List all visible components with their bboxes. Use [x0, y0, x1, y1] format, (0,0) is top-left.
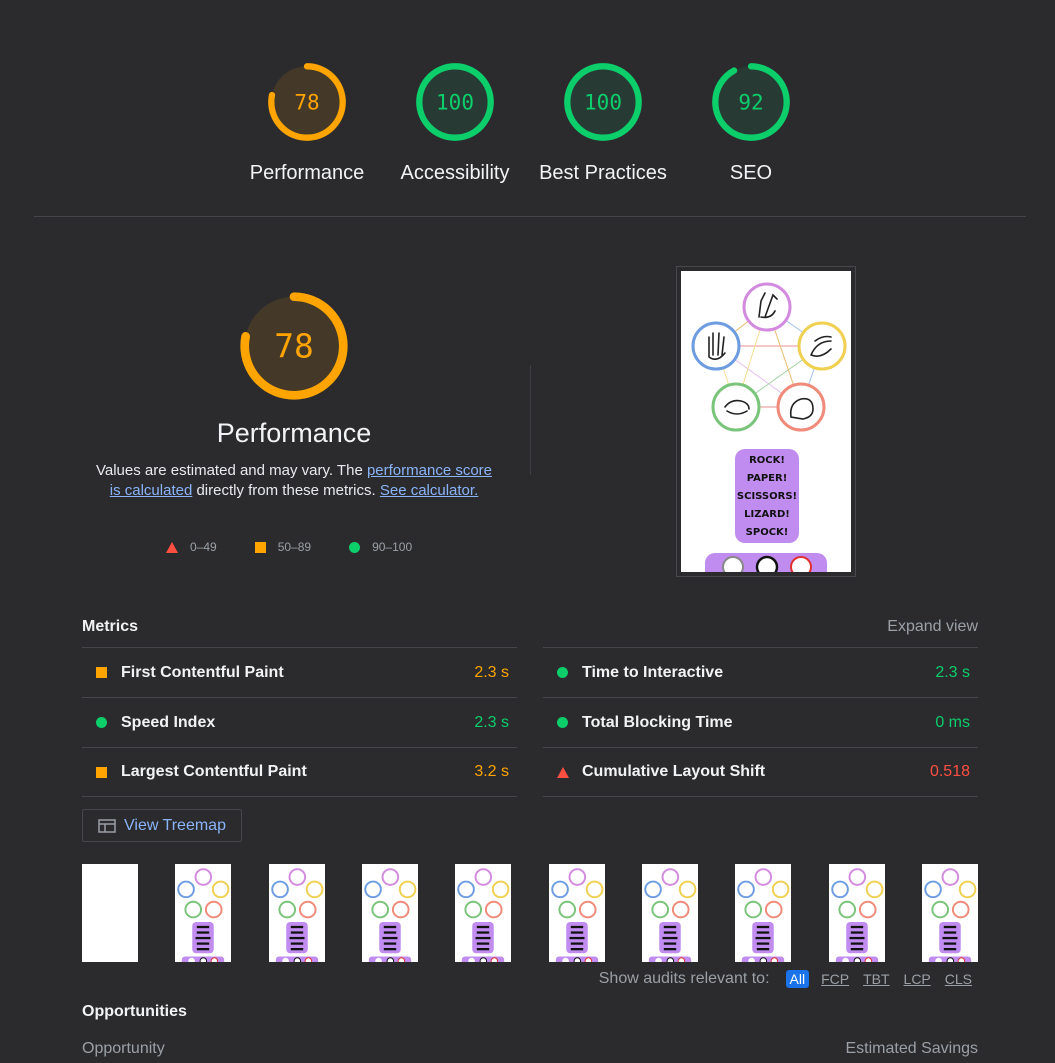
- gauge-score: 78: [274, 327, 314, 366]
- metric-value: 0.518: [929, 763, 970, 780]
- performance-title: Performance: [216, 418, 372, 448]
- gauge-label: SEO: [729, 162, 773, 184]
- treemap-label: View Treemap: [124, 816, 226, 834]
- rpsls-app-preview: ROCK! PAPER! SCISSORS! LIZARD! SPOCK!: [691, 282, 847, 572]
- filmstrip-frame: [548, 864, 605, 962]
- metric-value: 2.3 s: [474, 663, 509, 681]
- gauge-accessibility[interactable]: 100 Accessibility: [381, 60, 529, 185]
- gauge-performance[interactable]: 78 Performance: [233, 60, 381, 185]
- metric-speed-index: Speed Index 2.3 s: [82, 697, 517, 747]
- square-icon: [96, 766, 107, 778]
- metric-name: Time to Interactive: [582, 663, 724, 681]
- svg-text:SCISSORS!: SCISSORS!: [737, 491, 797, 502]
- metric-name: Largest Contentful Paint: [121, 763, 307, 780]
- gauge-score: 78: [294, 91, 319, 115]
- metric-name: First Contentful Paint: [121, 663, 284, 681]
- see-calculator-link[interactable]: See calculator.: [380, 482, 478, 499]
- square-icon: [254, 541, 266, 553]
- filmstrip-frame: [361, 864, 418, 962]
- filmstrip: [82, 864, 978, 962]
- opportunity-column: Opportunity: [82, 1040, 165, 1057]
- circle-icon: [557, 717, 568, 728]
- final-screenshot[interactable]: ROCK! PAPER! SCISSORS! LIZARD! SPOCK!: [676, 266, 856, 577]
- filmstrip-frame: [82, 864, 138, 962]
- svg-text:ROCK!: ROCK!: [749, 455, 785, 466]
- desc-text: Values are estimated and may vary. The: [95, 462, 367, 479]
- gauge-ring: 100: [564, 63, 642, 141]
- legend-range: 90–100: [372, 540, 413, 554]
- circle-icon: [349, 541, 361, 553]
- legend-average: 50–89: [254, 540, 312, 554]
- filter-tbt[interactable]: TBT: [861, 971, 891, 987]
- filter-cls[interactable]: CLS: [943, 971, 974, 987]
- metrics-header: Metrics Expand view: [82, 618, 978, 636]
- desc-text: directly from these metrics.: [192, 482, 380, 499]
- gauge-best-practices[interactable]: 100 Best Practices: [529, 60, 677, 185]
- svg-text:LIZARD!: LIZARD!: [744, 509, 790, 520]
- filmstrip-frame: [828, 864, 885, 962]
- metric-value: 2.3 s: [474, 713, 509, 731]
- filter-fcp[interactable]: FCP: [819, 971, 851, 987]
- screenshot-image: ROCK! PAPER! SCISSORS! LIZARD! SPOCK!: [681, 271, 851, 572]
- gauge-score: 100: [584, 91, 622, 115]
- legend-pass: 90–100: [349, 540, 412, 554]
- metric-name: Speed Index: [121, 713, 216, 731]
- filmstrip-frame: [455, 864, 512, 962]
- legend-range: 0–49: [190, 540, 217, 554]
- opportunities-columns: Opportunity Estimated Savings: [82, 1040, 978, 1058]
- filmstrip-frame: [735, 864, 792, 962]
- filter-lcp[interactable]: LCP: [902, 971, 933, 987]
- metric-time-to-interactive: Time to Interactive 2.3 s: [543, 647, 978, 697]
- filmstrip-frame: [641, 864, 698, 962]
- gauge-score: 92: [738, 91, 763, 115]
- view-treemap-button[interactable]: View Treemap: [82, 809, 242, 842]
- metric-value: 2.3 s: [935, 663, 970, 681]
- metric-first-contentful-paint: First Contentful Paint 2.3 s: [82, 647, 517, 697]
- gauge-ring: 92: [712, 63, 790, 141]
- square-icon: [96, 667, 107, 678]
- metric-largest-contentful-paint: Largest Contentful Paint 3.2 s: [82, 747, 517, 797]
- metric-name: Total Blocking Time: [582, 713, 733, 731]
- metric-name: Cumulative Layout Shift: [582, 763, 766, 780]
- gauge-ring: 78: [268, 63, 346, 141]
- performance-description: Values are estimated and may vary. The p…: [94, 461, 494, 501]
- filter-label: Show audits relevant to:: [598, 970, 770, 987]
- triangle-icon: [166, 541, 178, 553]
- metric-cumulative-layout-shift: Cumulative Layout Shift 0.518: [543, 747, 978, 797]
- gauge-label: Performance: [249, 162, 365, 184]
- legend-range: 50–89: [277, 540, 312, 554]
- filmstrip-frame: [175, 864, 232, 962]
- legend-fail: 0–49: [166, 540, 217, 554]
- header-divider: [34, 216, 1026, 217]
- audit-filter: Show audits relevant to: All FCP TBT LCP…: [599, 970, 974, 988]
- metric-value: 0 ms: [935, 713, 970, 731]
- circle-icon: [557, 667, 568, 678]
- opportunities-title: Opportunities: [82, 1003, 187, 1020]
- svg-text:PAPER!: PAPER!: [747, 473, 788, 484]
- metric-total-blocking-time: Total Blocking Time 0 ms: [543, 697, 978, 747]
- treemap-icon: [98, 818, 116, 833]
- gauge-score: 100: [436, 91, 474, 115]
- category-gauges: 78 Performance 100 Accessibility 100 Bes…: [233, 60, 825, 185]
- performance-gauge-large: 78: [240, 292, 348, 400]
- filmstrip-frame: [921, 864, 978, 962]
- gauge-label: Best Practices: [539, 162, 667, 184]
- filter-all[interactable]: All: [785, 970, 810, 988]
- gauge-label: Accessibility: [400, 162, 510, 184]
- triangle-icon: [556, 766, 569, 778]
- expand-view-toggle[interactable]: Expand view: [887, 618, 978, 636]
- gauge-seo[interactable]: 92 SEO: [677, 60, 825, 185]
- svg-text:SPOCK!: SPOCK!: [746, 527, 789, 538]
- score-legend: 0–49 50–89 90–100: [166, 540, 450, 554]
- metrics-grid: First Contentful Paint 2.3 s Time to Int…: [82, 647, 978, 797]
- savings-column: Estimated Savings: [845, 1040, 978, 1057]
- metrics-title: Metrics: [82, 618, 139, 635]
- metric-value: 3.2 s: [474, 763, 509, 780]
- gauge-ring: 100: [416, 63, 494, 141]
- circle-icon: [96, 717, 107, 728]
- section-divider: [530, 365, 531, 475]
- filmstrip-frame: [268, 864, 325, 962]
